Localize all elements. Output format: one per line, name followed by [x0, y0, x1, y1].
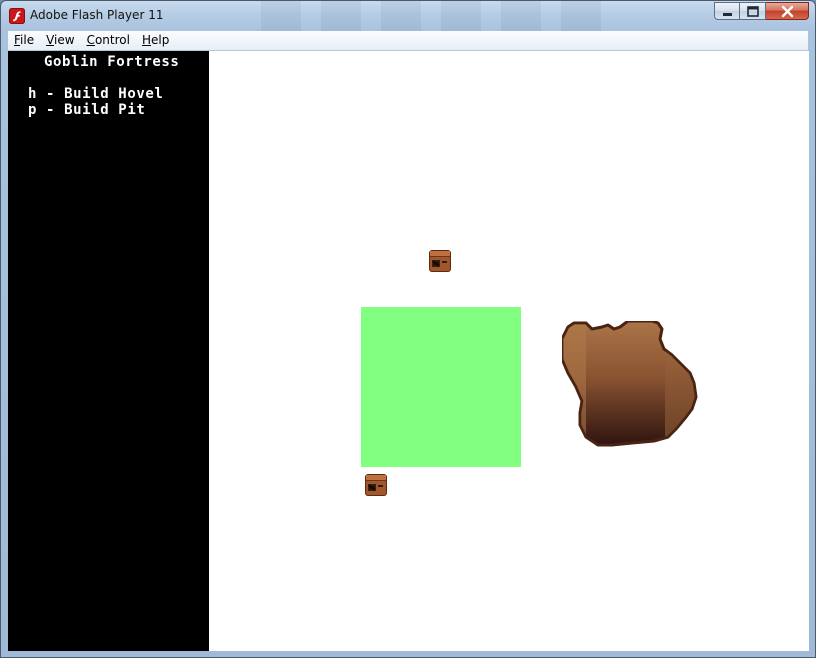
menu-control-label: ontrol	[94, 33, 130, 47]
build-zone[interactable]	[361, 307, 521, 467]
hotkey-build-hovel: h - Build Hovel	[28, 86, 164, 102]
menu-control[interactable]: Control	[81, 31, 136, 50]
maximize-icon	[747, 6, 759, 17]
menu-view[interactable]: View	[40, 31, 80, 50]
title-bar[interactable]: Adobe Flash Player 11	[1, 1, 815, 31]
dirt-pit-icon	[560, 319, 698, 447]
menu-view-label: iew	[54, 33, 75, 47]
side-panel: Goblin Fortress h - Build Hovel p - Buil…	[8, 51, 209, 651]
goblin-icon	[365, 474, 387, 496]
goblin-sprite[interactable]	[364, 473, 388, 497]
menu-help[interactable]: Help	[136, 31, 175, 50]
minimize-button[interactable]	[714, 2, 740, 20]
goblin-icon	[429, 250, 451, 272]
maximize-button[interactable]	[740, 2, 766, 20]
game-playfield[interactable]	[209, 51, 809, 651]
flash-player-icon[interactable]	[9, 8, 25, 24]
title-bar-background	[261, 1, 621, 31]
game-title: Goblin Fortress	[44, 54, 180, 70]
window-title: Adobe Flash Player 11	[30, 8, 164, 22]
app-window: Adobe Flash Player 11 File View Control …	[0, 0, 816, 658]
menu-file-label: ile	[20, 33, 35, 47]
minimize-icon	[723, 13, 732, 16]
hotkey-build-pit: p - Build Pit	[28, 102, 146, 118]
flash-stage[interactable]: Goblin Fortress h - Build Hovel p - Buil…	[8, 51, 809, 651]
menu-view-accelerator: V	[46, 33, 55, 47]
menu-file[interactable]: File	[8, 31, 40, 50]
menu-help-accelerator: H	[141, 33, 151, 47]
close-button[interactable]	[766, 2, 809, 20]
close-icon	[781, 5, 794, 18]
menu-help-label: elp	[151, 33, 170, 47]
menu-control-accelerator: C	[86, 33, 95, 47]
menu-bar: File View Control Help	[8, 31, 808, 51]
goblin-sprite[interactable]	[428, 249, 452, 273]
window-controls	[714, 2, 809, 20]
dirt-pit[interactable]	[560, 319, 710, 449]
